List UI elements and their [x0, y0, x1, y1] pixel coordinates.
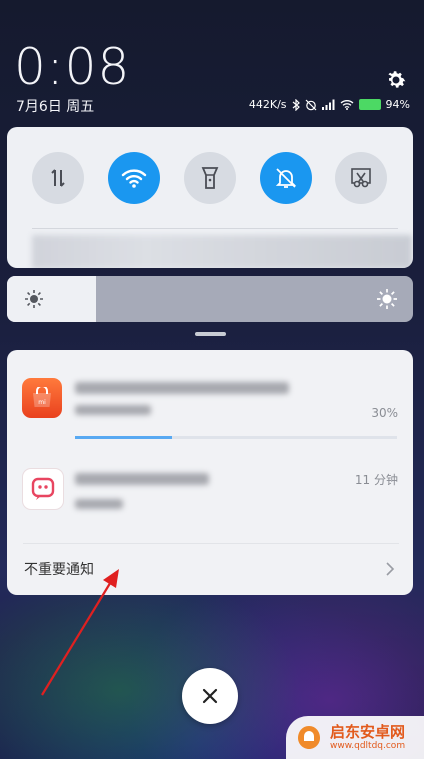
svg-text:mi: mi — [38, 399, 46, 406]
unimportant-notifications-link[interactable]: 不重要通知 — [24, 559, 94, 579]
scissors-icon — [351, 168, 371, 188]
date: 7月6日 周五 — [16, 99, 95, 115]
progress-bar — [75, 436, 397, 439]
blurred-subtitle — [75, 405, 151, 415]
alarm-off-icon — [305, 99, 316, 110]
bluetooth-icon — [292, 98, 300, 111]
brightness-high-icon — [377, 289, 397, 309]
close-icon — [202, 688, 218, 704]
chat-app-icon — [22, 468, 64, 510]
bell-off-icon — [275, 168, 297, 188]
blurred-title — [75, 473, 209, 485]
mute-toggle[interactable] — [260, 152, 312, 204]
wifi-icon — [121, 169, 147, 188]
battery-percent: 94% — [385, 98, 410, 111]
quick-settings-divider — [32, 228, 398, 229]
watermark: 启东安卓网 www.qdltdq.com — [286, 716, 424, 759]
close-button[interactable] — [182, 668, 238, 724]
progress-label: 30% — [371, 406, 398, 420]
blurred-carrier-row — [32, 235, 412, 268]
flashlight-toggle[interactable] — [184, 152, 236, 204]
gear-icon[interactable] — [384, 68, 408, 92]
status-area: 0:08 7月6日 周五 442K/s 94% — [0, 0, 424, 125]
mi-store-icon: mi — [22, 378, 62, 418]
brightness-slider[interactable] — [7, 276, 413, 322]
brightness-fill — [7, 276, 97, 322]
notification-card: mi 30% 11 分钟 不重要通知 — [7, 350, 413, 595]
brightness-low-icon — [25, 290, 43, 308]
mobile-data-icon — [51, 169, 65, 187]
flashlight-icon — [201, 167, 219, 189]
card-divider — [23, 543, 399, 544]
watermark-title: 启东安卓网 — [330, 722, 406, 741]
screenshot-toggle[interactable] — [335, 152, 387, 204]
clock: 0:08 — [14, 38, 131, 96]
blurred-title — [75, 382, 289, 394]
notification-time: 11 分钟 — [354, 473, 398, 487]
network-speed: 442K/s — [248, 98, 287, 111]
watermark-logo-icon — [298, 725, 320, 749]
wifi-toggle[interactable] — [108, 152, 160, 204]
wifi-status-icon — [340, 100, 353, 110]
system-status-bar: 442K/s 94% — [249, 98, 410, 111]
quick-settings-panel — [7, 127, 413, 268]
mobile-data-toggle[interactable] — [32, 152, 84, 204]
progress-fill — [75, 436, 172, 439]
watermark-url: www.qdltdq.com — [330, 740, 406, 751]
battery-icon — [358, 99, 381, 110]
blurred-subtitle — [75, 499, 123, 509]
chevron-right-icon[interactable] — [385, 561, 395, 577]
signal-icon — [321, 99, 335, 110]
drag-handle[interactable] — [195, 332, 226, 336]
